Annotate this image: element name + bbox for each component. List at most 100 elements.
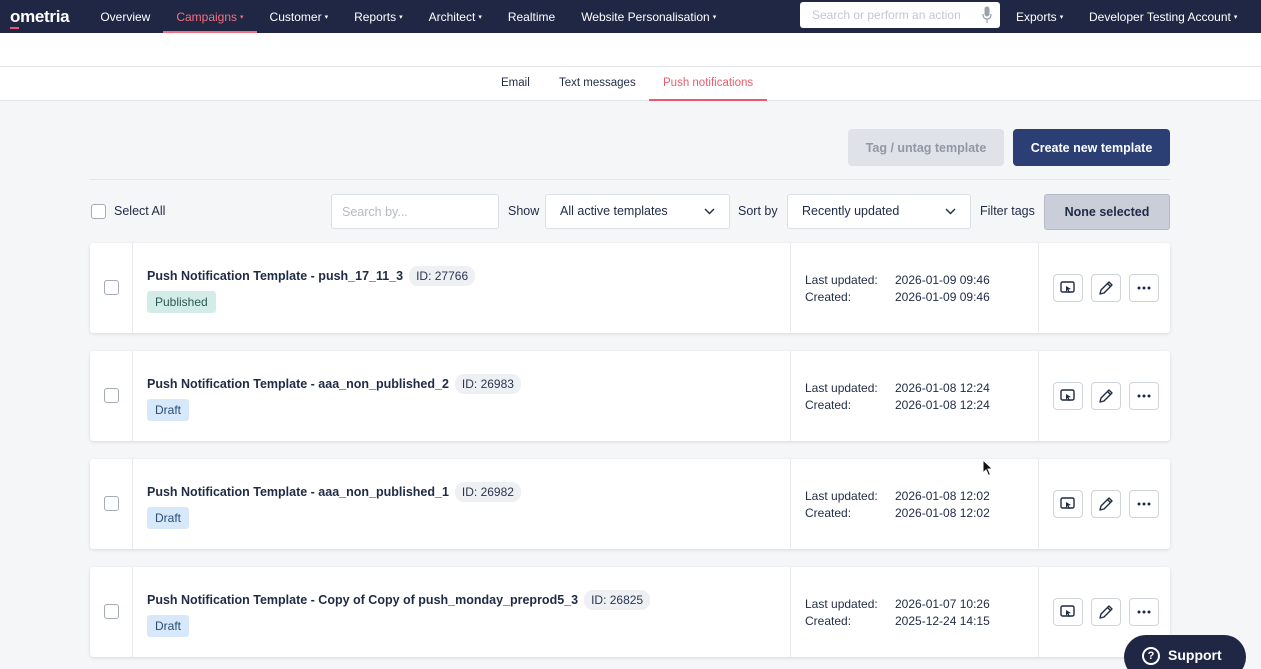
template-search[interactable] xyxy=(331,194,499,229)
mouse-cursor-icon xyxy=(982,459,994,477)
template-title[interactable]: Push Notification Template - push_17_11_… xyxy=(147,266,476,286)
microphone-icon[interactable] xyxy=(982,6,992,24)
nav-item-realtime[interactable]: Realtime xyxy=(495,0,568,33)
caret-icon: ▾ xyxy=(324,13,329,21)
nav-item-reports[interactable]: Reports ▾ xyxy=(341,0,416,33)
tag-untag-template-button[interactable]: Tag / untag template xyxy=(848,129,1004,166)
nav-item-label: Customer xyxy=(269,9,322,24)
last-updated-row: Last updated: 2026-01-07 10:26 xyxy=(805,597,990,611)
template-search-input[interactable] xyxy=(342,195,492,228)
template-card: Push Notification Template - Copy of Cop… xyxy=(90,567,1170,657)
caret-icon: ▾ xyxy=(399,13,403,21)
account-menu[interactable]: Developer Testing Account ▾ xyxy=(1089,0,1237,33)
edit-button[interactable] xyxy=(1091,598,1121,626)
template-name: Push Notification Template - aaa_non_pub… xyxy=(147,377,449,391)
edit-pencil-icon xyxy=(1099,605,1113,619)
card-checkbox-cell xyxy=(90,459,133,549)
edit-pencil-icon xyxy=(1099,497,1113,511)
ometria-logo[interactable]: ometria xyxy=(10,7,70,29)
nav-item-label: Overview xyxy=(100,9,151,24)
card-checkbox-cell xyxy=(90,243,133,333)
template-checkbox[interactable] xyxy=(104,280,119,295)
tab-email[interactable]: Email xyxy=(487,67,544,101)
nav-item-label: Campaigns xyxy=(176,9,238,24)
create-new-template-button[interactable]: Create new template xyxy=(1013,129,1170,166)
tab-text-messages[interactable]: Text messages xyxy=(545,67,650,101)
nav-item-label: Architect xyxy=(428,9,476,24)
template-actions xyxy=(1053,274,1159,302)
status-badge: Published xyxy=(147,291,216,313)
main-nav-items: Overview Campaigns ▾ Customer ▾ Reports ▾ Archi… xyxy=(87,0,729,33)
global-search[interactable] xyxy=(800,2,1000,28)
template-actions xyxy=(1053,598,1159,626)
template-id: ID: 26825 xyxy=(584,590,651,610)
select-all-label[interactable]: Select All xyxy=(114,204,165,218)
created-label: Created: xyxy=(805,290,852,304)
nav-item-architect[interactable]: Architect ▾ xyxy=(416,0,495,33)
created-label: Created: xyxy=(805,398,852,412)
preview-button[interactable] xyxy=(1053,382,1083,410)
support-button[interactable]: ? Support xyxy=(1124,635,1246,669)
caret-icon: ▾ xyxy=(478,13,482,21)
preview-icon xyxy=(1060,281,1075,293)
help-icon: ? xyxy=(1142,647,1160,665)
template-checkbox[interactable] xyxy=(104,496,119,511)
more-options-button[interactable] xyxy=(1129,274,1159,302)
template-id: ID: 26982 xyxy=(454,482,521,502)
last-updated-row: Last updated: 2026-01-08 12:02 xyxy=(805,489,990,503)
preview-button[interactable] xyxy=(1053,598,1083,626)
more-options-button[interactable] xyxy=(1129,382,1159,410)
filter-tags-label: Filter tags xyxy=(980,204,1035,218)
last-updated-value: 2026-01-07 10:26 xyxy=(895,597,990,611)
template-title[interactable]: Push Notification Template - Copy of Cop… xyxy=(147,590,651,610)
last-updated-label: Last updated: xyxy=(805,597,878,611)
preview-icon xyxy=(1060,605,1075,617)
account-label: Developer Testing Account xyxy=(1089,9,1231,24)
status-badge: Draft xyxy=(147,399,190,421)
caret-icon: ▾ xyxy=(712,13,717,21)
created-value: 2026-01-08 12:24 xyxy=(895,398,990,412)
edit-button[interactable] xyxy=(1091,490,1121,518)
template-card: Push Notification Template - push_17_11_… xyxy=(90,243,1170,333)
more-dots-icon xyxy=(1137,394,1151,398)
preview-button[interactable] xyxy=(1053,490,1083,518)
sort-select[interactable]: Recently updated xyxy=(787,194,971,229)
sort-select-value: Recently updated xyxy=(802,204,900,218)
edit-button[interactable] xyxy=(1091,274,1121,302)
template-title[interactable]: Push Notification Template - aaa_non_pub… xyxy=(147,374,521,394)
nav-item-campaigns[interactable]: Campaigns ▾ xyxy=(163,0,257,33)
filter-tags-button[interactable]: None selected xyxy=(1044,194,1170,230)
caret-icon: ▾ xyxy=(240,13,244,21)
tab-push-notifications[interactable]: Push notifications xyxy=(649,67,768,101)
card-checkbox-cell xyxy=(90,351,133,441)
template-id: ID: 27766 xyxy=(409,266,476,286)
template-title[interactable]: Push Notification Template - aaa_non_pub… xyxy=(147,482,521,502)
more-options-button[interactable] xyxy=(1129,490,1159,518)
template-card: Push Notification Template - aaa_non_pub… xyxy=(90,459,1170,549)
channel-tabs: Email Text messages Push notifications xyxy=(0,67,1261,101)
chevron-down-icon xyxy=(704,208,715,215)
more-options-button[interactable] xyxy=(1129,598,1159,626)
global-search-input[interactable] xyxy=(812,8,972,22)
exports-menu[interactable]: Exports ▾ xyxy=(1016,0,1063,33)
more-dots-icon xyxy=(1137,610,1151,614)
preview-button[interactable] xyxy=(1053,274,1083,302)
template-checkbox[interactable] xyxy=(104,604,119,619)
last-updated-value: 2026-01-08 12:24 xyxy=(895,381,990,395)
template-name: Push Notification Template - push_17_11_… xyxy=(147,269,404,283)
last-updated-value: 2026-01-08 12:02 xyxy=(895,489,990,503)
template-actions xyxy=(1053,382,1159,410)
edit-button[interactable] xyxy=(1091,382,1121,410)
nav-item-overview[interactable]: Overview xyxy=(87,0,163,33)
nav-item-customer[interactable]: Customer ▾ xyxy=(257,0,342,33)
nav-item-website-personalisation[interactable]: Website Personalisation ▾ xyxy=(568,0,729,33)
last-updated-row: Last updated: 2026-01-09 09:46 xyxy=(805,273,990,287)
divider xyxy=(90,179,1170,180)
created-row: Created: 2026-01-08 12:02 xyxy=(805,506,990,520)
header-strip xyxy=(0,33,1261,67)
show-select[interactable]: All active templates xyxy=(545,194,730,229)
more-dots-icon xyxy=(1137,286,1151,290)
select-all-checkbox[interactable] xyxy=(91,204,106,219)
template-checkbox[interactable] xyxy=(104,388,119,403)
last-updated-label: Last updated: xyxy=(805,273,878,287)
